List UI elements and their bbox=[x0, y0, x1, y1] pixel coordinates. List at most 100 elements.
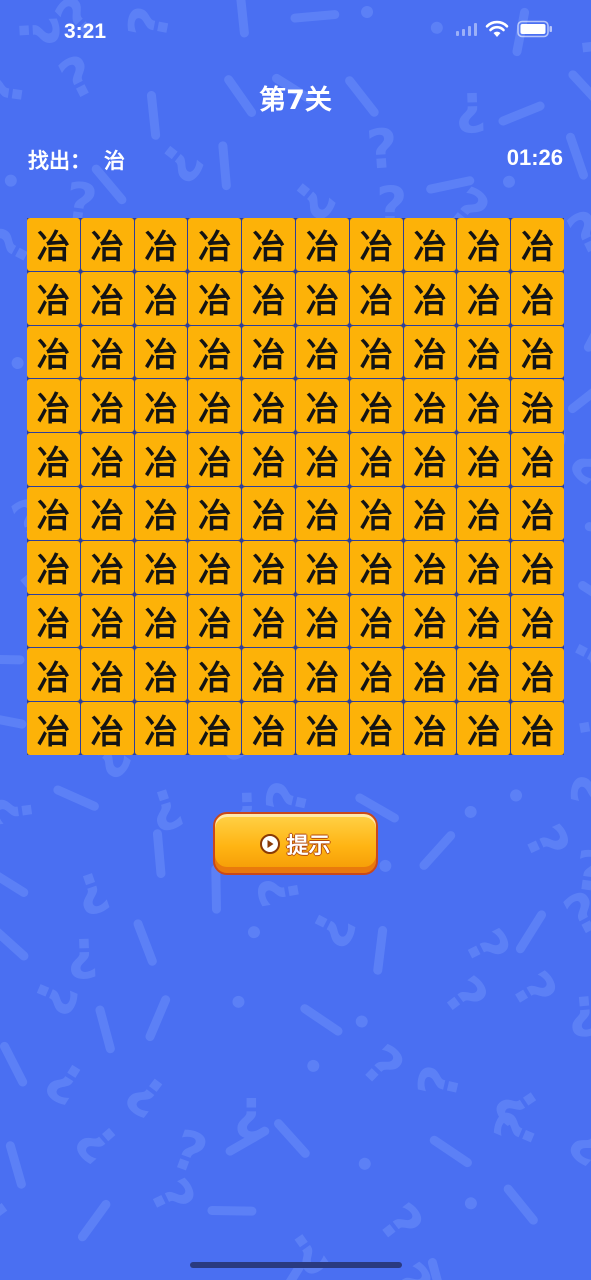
grid-tile[interactable]: 冶 bbox=[349, 702, 403, 755]
grid-tile[interactable]: 冶 bbox=[295, 540, 349, 594]
grid-tile[interactable]: 冶 bbox=[457, 271, 511, 325]
grid-tile[interactable]: 冶 bbox=[27, 325, 80, 379]
grid-tile[interactable]: 冶 bbox=[80, 594, 134, 648]
grid-tile[interactable]: 冶 bbox=[27, 594, 80, 648]
grid-tile[interactable]: 冶 bbox=[349, 433, 403, 486]
grid-tile[interactable]: 冶 bbox=[242, 540, 295, 594]
grid-tile[interactable]: 冶 bbox=[27, 648, 80, 702]
grid-tile[interactable]: 冶 bbox=[349, 271, 403, 325]
grid-tile[interactable]: 冶 bbox=[457, 379, 511, 433]
grid-tile[interactable]: 冶 bbox=[295, 379, 349, 433]
grid-tile[interactable]: 冶 bbox=[403, 594, 457, 648]
home-indicator[interactable] bbox=[190, 1262, 402, 1268]
grid-tile[interactable]: 冶 bbox=[188, 379, 242, 433]
grid-tile[interactable]: 冶 bbox=[511, 271, 564, 325]
grid-tile[interactable]: 冶 bbox=[457, 433, 511, 486]
grid-tile[interactable]: 冶 bbox=[457, 648, 511, 702]
grid-tile[interactable]: 冶 bbox=[27, 702, 80, 755]
grid-tile[interactable]: 冶 bbox=[134, 218, 188, 271]
grid-tile[interactable]: 冶 bbox=[511, 702, 564, 755]
grid-tile[interactable]: 冶 bbox=[27, 271, 80, 325]
grid-tile[interactable]: 冶 bbox=[295, 325, 349, 379]
grid-tile[interactable]: 冶 bbox=[242, 433, 295, 486]
grid-tile[interactable]: 冶 bbox=[403, 271, 457, 325]
grid-tile[interactable]: 冶 bbox=[188, 594, 242, 648]
grid-tile[interactable]: 冶 bbox=[403, 379, 457, 433]
grid-tile[interactable]: 冶 bbox=[511, 433, 564, 486]
grid-tile[interactable]: 冶 bbox=[27, 486, 80, 540]
grid-tile[interactable]: 治 bbox=[511, 379, 564, 433]
grid-tile[interactable]: 冶 bbox=[188, 271, 242, 325]
grid-tile[interactable]: 冶 bbox=[403, 325, 457, 379]
grid-tile[interactable]: 冶 bbox=[242, 486, 295, 540]
hint-button[interactable]: 提示 bbox=[213, 812, 378, 875]
grid-tile[interactable]: 冶 bbox=[80, 540, 134, 594]
grid-tile[interactable]: 冶 bbox=[295, 594, 349, 648]
grid-tile[interactable]: 冶 bbox=[403, 486, 457, 540]
grid-tile[interactable]: 冶 bbox=[349, 218, 403, 271]
grid-tile[interactable]: 冶 bbox=[134, 325, 188, 379]
grid-tile[interactable]: 冶 bbox=[80, 218, 134, 271]
grid-tile[interactable]: 冶 bbox=[27, 218, 80, 271]
grid-tile[interactable]: 冶 bbox=[403, 218, 457, 271]
grid-tile[interactable]: 冶 bbox=[188, 325, 242, 379]
grid-tile[interactable]: 冶 bbox=[295, 486, 349, 540]
grid-tile[interactable]: 冶 bbox=[134, 594, 188, 648]
grid-tile[interactable]: 冶 bbox=[511, 218, 564, 271]
grid-tile[interactable]: 冶 bbox=[27, 433, 80, 486]
grid-tile[interactable]: 冶 bbox=[80, 379, 134, 433]
grid-tile[interactable]: 冶 bbox=[295, 271, 349, 325]
grid-tile[interactable]: 冶 bbox=[349, 540, 403, 594]
grid-tile[interactable]: 冶 bbox=[188, 433, 242, 486]
grid-tile[interactable]: 冶 bbox=[188, 702, 242, 755]
grid-tile[interactable]: 冶 bbox=[511, 540, 564, 594]
grid-tile[interactable]: 冶 bbox=[295, 702, 349, 755]
grid-tile[interactable]: 冶 bbox=[188, 648, 242, 702]
grid-tile[interactable]: 冶 bbox=[403, 433, 457, 486]
grid-tile[interactable]: 冶 bbox=[349, 648, 403, 702]
grid-tile[interactable]: 冶 bbox=[295, 648, 349, 702]
grid-tile[interactable]: 冶 bbox=[349, 486, 403, 540]
grid-tile[interactable]: 冶 bbox=[295, 433, 349, 486]
grid-tile[interactable]: 冶 bbox=[403, 702, 457, 755]
grid-tile[interactable]: 冶 bbox=[134, 486, 188, 540]
grid-tile[interactable]: 冶 bbox=[188, 218, 242, 271]
grid-tile[interactable]: 冶 bbox=[242, 379, 295, 433]
grid-tile[interactable]: 冶 bbox=[80, 702, 134, 755]
grid-tile[interactable]: 冶 bbox=[27, 540, 80, 594]
grid-tile[interactable]: 冶 bbox=[80, 486, 134, 540]
grid-tile[interactable]: 冶 bbox=[511, 648, 564, 702]
grid-tile[interactable]: 冶 bbox=[134, 540, 188, 594]
grid-tile[interactable]: 冶 bbox=[457, 325, 511, 379]
grid-tile[interactable]: 冶 bbox=[134, 433, 188, 486]
grid-tile[interactable]: 冶 bbox=[134, 379, 188, 433]
grid-tile[interactable]: 冶 bbox=[403, 540, 457, 594]
grid-tile[interactable]: 冶 bbox=[349, 594, 403, 648]
grid-tile[interactable]: 冶 bbox=[242, 594, 295, 648]
grid-tile[interactable]: 冶 bbox=[349, 325, 403, 379]
grid-tile[interactable]: 冶 bbox=[457, 702, 511, 755]
grid-tile[interactable]: 冶 bbox=[80, 433, 134, 486]
grid-tile[interactable]: 冶 bbox=[242, 325, 295, 379]
grid-tile[interactable]: 冶 bbox=[511, 325, 564, 379]
grid-tile[interactable]: 冶 bbox=[134, 702, 188, 755]
grid-tile[interactable]: 冶 bbox=[511, 486, 564, 540]
grid-tile[interactable]: 冶 bbox=[242, 702, 295, 755]
grid-tile[interactable]: 冶 bbox=[188, 486, 242, 540]
grid-tile[interactable]: 冶 bbox=[457, 218, 511, 271]
grid-tile[interactable]: 冶 bbox=[134, 271, 188, 325]
grid-tile[interactable]: 冶 bbox=[242, 648, 295, 702]
grid-tile[interactable]: 冶 bbox=[457, 594, 511, 648]
grid-tile[interactable]: 冶 bbox=[403, 648, 457, 702]
grid-tile[interactable]: 冶 bbox=[511, 594, 564, 648]
grid-tile[interactable]: 冶 bbox=[188, 540, 242, 594]
grid-tile[interactable]: 冶 bbox=[295, 218, 349, 271]
grid-tile[interactable]: 冶 bbox=[242, 271, 295, 325]
grid-tile[interactable]: 冶 bbox=[80, 271, 134, 325]
grid-tile[interactable]: 冶 bbox=[134, 648, 188, 702]
grid-tile[interactable]: 冶 bbox=[457, 540, 511, 594]
grid-tile[interactable]: 冶 bbox=[80, 325, 134, 379]
grid-tile[interactable]: 冶 bbox=[27, 379, 80, 433]
grid-tile[interactable]: 冶 bbox=[349, 379, 403, 433]
grid-tile[interactable]: 冶 bbox=[242, 218, 295, 271]
